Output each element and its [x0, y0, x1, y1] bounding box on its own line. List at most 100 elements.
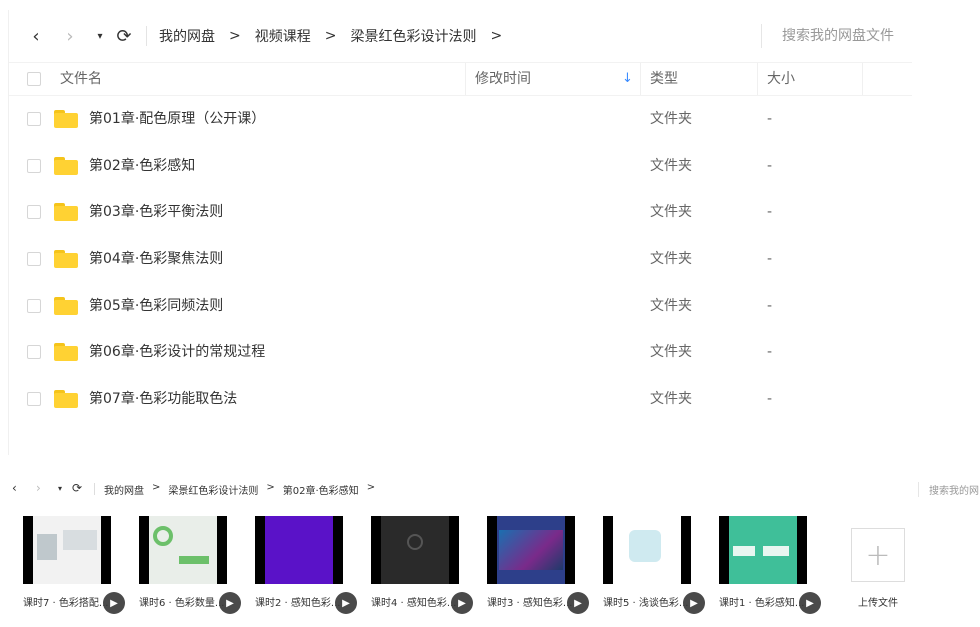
file-name[interactable]: 第02章·色彩感知: [89, 143, 195, 189]
file-size: -: [767, 204, 773, 221]
video-preview-image: [371, 516, 459, 584]
forward-arrow-icon[interactable]: ›: [59, 23, 81, 49]
video-thumbnail[interactable]: ▶ 课时4 · 感知色彩...: [371, 516, 473, 616]
column-divider[interactable]: [757, 63, 758, 95]
folder-icon: [54, 156, 78, 175]
video-preview-image: [719, 516, 807, 584]
file-name[interactable]: 第05章·色彩同频法则: [89, 283, 223, 329]
video-caption: 课时6 · 色彩数量...: [139, 598, 225, 609]
file-type: 文件夹: [650, 391, 692, 408]
breadcrumb-item-course[interactable]: 梁景红色彩设计法则: [168, 482, 258, 497]
toolbar: ‹ › ▾ ⟳ 我的网盘 > 梁景红色彩设计法则 > 第02章·色彩感知 > 搜…: [0, 476, 980, 502]
file-type: 文件夹: [650, 204, 692, 221]
folder-icon: [54, 110, 78, 128]
column-divider[interactable]: [862, 63, 863, 95]
file-name[interactable]: 第06章·色彩设计的常规过程: [89, 329, 265, 375]
sort-descending-icon[interactable]: ↓: [622, 63, 633, 95]
breadcrumb: 我的网盘 > 视频课程 > 梁景红色彩设计法则 >: [159, 26, 516, 46]
column-header-type[interactable]: 类型: [650, 63, 678, 95]
file-size: -: [767, 391, 773, 408]
column-divider[interactable]: [465, 63, 466, 95]
row-checkbox[interactable]: [27, 298, 41, 313]
history-dropdown-icon[interactable]: ▾: [58, 484, 62, 493]
file-size: -: [767, 111, 773, 127]
column-header-name[interactable]: 文件名: [60, 63, 102, 95]
breadcrumb-expand[interactable]: >: [490, 28, 502, 44]
video-thumbnail[interactable]: ▶ 课时6 · 色彩数量...: [139, 516, 241, 616]
table-row[interactable]: 第06章·色彩设计的常规过程 文件夹 -: [9, 329, 912, 376]
toolbar: ‹ › ▾ ⟳ 我的网盘 > 视频课程 > 梁景红色彩设计法则 > 搜索我的网盘…: [9, 10, 912, 62]
video-preview-image: [23, 516, 111, 584]
folder-icon: [54, 343, 78, 362]
app-window: ‹ › ▾ ⟳ 我的网盘 > 视频课程 > 梁景红色彩设计法则 > 搜索我的网盘…: [0, 0, 980, 627]
file-browser-panel: ‹ › ▾ ⟳ 我的网盘 > 视频课程 > 梁景红色彩设计法则 > 搜索我的网盘…: [8, 10, 912, 455]
file-type: 文件夹: [650, 344, 692, 361]
table-row[interactable]: 第02章·色彩感知 文件夹 -: [9, 143, 912, 190]
table-row[interactable]: 第01章·配色原理（公开课） 文件夹 -: [9, 96, 912, 143]
row-checkbox[interactable]: [27, 345, 41, 360]
video-thumbnail[interactable]: ▶ 课时5 · 浅谈色彩...: [603, 516, 705, 616]
upload-button[interactable]: +: [851, 528, 905, 582]
row-checkbox[interactable]: [27, 392, 41, 407]
breadcrumb: 我的网盘 > 梁景红色彩设计法则 > 第02章·色彩感知 >: [104, 482, 383, 497]
video-thumbnail[interactable]: ▶ 课时7 · 色彩搭配...: [23, 516, 125, 616]
refresh-icon[interactable]: ⟳: [72, 481, 82, 495]
breadcrumb-expand[interactable]: >: [367, 482, 375, 497]
back-arrow-icon[interactable]: ‹: [25, 23, 47, 49]
video-caption: 课时4 · 感知色彩...: [371, 598, 457, 609]
folder-icon: [54, 296, 78, 315]
video-caption: 课时7 · 色彩搭配...: [23, 598, 109, 609]
video-thumbnail[interactable]: ▶ 课时3 · 感知色彩...: [487, 516, 589, 616]
video-caption: 课时1 · 色彩感知...: [719, 598, 805, 609]
column-divider[interactable]: [640, 63, 641, 95]
row-checkbox[interactable]: [27, 158, 41, 173]
thumbnail-grid: ▶ 课时7 · 色彩搭配... ▶ 课时6 · 色彩数量... ▶ 课时2 · …: [0, 516, 980, 616]
table-row[interactable]: 第05章·色彩同频法则 文件夹 -: [9, 283, 912, 330]
video-thumbnail[interactable]: ▶ 课时1 · 色彩感知...: [719, 516, 821, 616]
file-name[interactable]: 第01章·配色原理（公开课）: [89, 96, 265, 142]
table-row[interactable]: 第04章·色彩聚焦法则 文件夹 -: [9, 236, 912, 283]
forward-arrow-icon[interactable]: ›: [36, 481, 41, 495]
video-preview-image: [255, 516, 343, 584]
refresh-icon[interactable]: ⟳: [113, 23, 135, 49]
video-preview-image: [603, 516, 691, 584]
toolbar-divider: [146, 26, 147, 46]
file-size: -: [767, 251, 773, 268]
folder-icon: [54, 390, 78, 409]
file-name[interactable]: 第04章·色彩聚焦法则: [89, 236, 223, 282]
breadcrumb-item-chapter[interactable]: 第02章·色彩感知: [283, 482, 359, 497]
search-input[interactable]: 搜索我的网: [918, 482, 980, 497]
history-dropdown-icon[interactable]: ▾: [89, 23, 111, 49]
toolbar-divider: [94, 483, 95, 495]
breadcrumb-item-root[interactable]: 我的网盘: [159, 26, 215, 46]
breadcrumb-item-root[interactable]: 我的网盘: [104, 482, 144, 497]
breadcrumb-separator: >: [229, 28, 241, 44]
video-preview-image: [139, 516, 227, 584]
table-row[interactable]: 第07章·色彩功能取色法 文件夹 -: [9, 376, 912, 423]
video-caption: 课时5 · 浅谈色彩...: [603, 598, 689, 609]
breadcrumb-item-video-courses[interactable]: 视频课程: [255, 26, 311, 46]
plus-icon: +: [865, 537, 891, 573]
upload-label: 上传文件: [858, 598, 898, 609]
video-caption: 课时2 · 感知色彩...: [255, 598, 341, 609]
select-all-checkbox[interactable]: [27, 72, 41, 86]
row-checkbox[interactable]: [27, 205, 41, 220]
file-type: 文件夹: [650, 251, 692, 268]
breadcrumb-item-course[interactable]: 梁景红色彩设计法则: [350, 26, 476, 46]
breadcrumb-separator: >: [324, 28, 337, 44]
file-name[interactable]: 第03章·色彩平衡法则: [89, 189, 223, 235]
table-row[interactable]: 第03章·色彩平衡法则 文件夹 -: [9, 189, 912, 236]
folder-icon: [54, 203, 78, 222]
column-header-modified[interactable]: 修改时间: [475, 63, 531, 95]
row-checkbox[interactable]: [27, 112, 41, 126]
row-checkbox[interactable]: [27, 252, 41, 267]
file-size: -: [767, 344, 773, 361]
video-thumbnail[interactable]: ▶ 课时2 · 感知色彩...: [255, 516, 357, 616]
column-header-size[interactable]: 大小: [767, 63, 795, 95]
breadcrumb-separator: >: [266, 482, 275, 493]
back-arrow-icon[interactable]: ‹: [12, 481, 17, 495]
folder-icon: [54, 250, 78, 269]
file-name[interactable]: 第07章·色彩功能取色法: [89, 376, 237, 422]
table-header: 文件名 修改时间 ↓ 类型 大小: [9, 62, 912, 96]
search-input[interactable]: 搜索我的网盘文件: [761, 24, 912, 48]
